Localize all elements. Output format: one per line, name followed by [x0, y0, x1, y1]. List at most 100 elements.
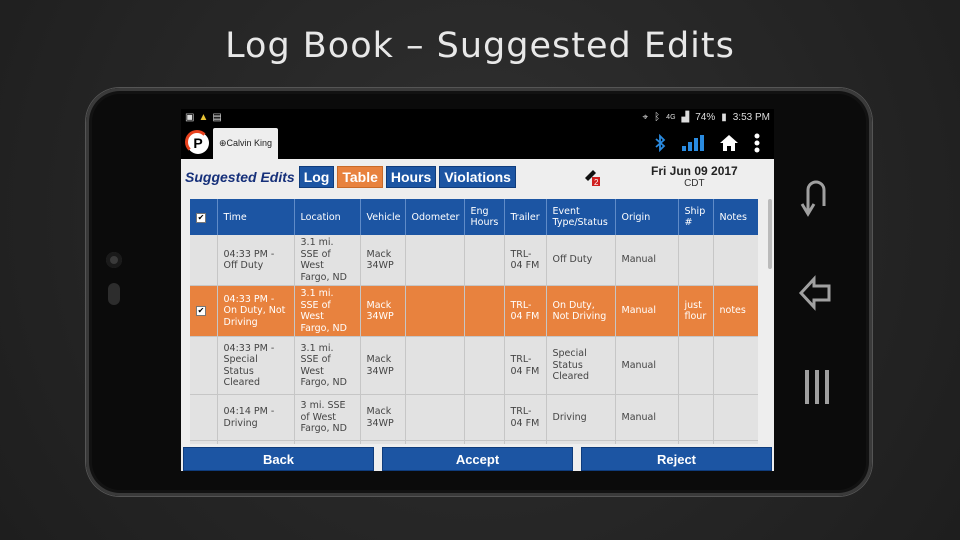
- status-bar: ▣ ▲ ▤ ⌖ ᛒ 4G ▟ 74% ▮ 3:53 PM: [181, 109, 774, 126]
- row-checkbox-cell[interactable]: [190, 394, 218, 441]
- proximity-sensor: [108, 283, 120, 305]
- cell-time: 04:14 PM: [217, 440, 295, 444]
- cell-trailer: TRL-04 FM: [504, 394, 547, 441]
- cell-notes: [713, 336, 758, 395]
- cell-odometer: [405, 440, 465, 444]
- cell-location: 3.1 mi. SSE of West Fargo, ND: [294, 285, 361, 337]
- row-checkbox-cell[interactable]: ✔: [190, 285, 218, 337]
- battery-level: 74%: [695, 112, 716, 123]
- cell-location: 3.1 mi. SSE of West Fargo, ND: [294, 235, 361, 286]
- warning-notification-icon: ▲: [198, 112, 209, 123]
- cell-origin: Manual: [615, 394, 679, 441]
- cell-vehicle: Mack 34WP: [360, 235, 406, 286]
- cell-trailer: TRL-04 FM: [504, 285, 547, 337]
- tab-table[interactable]: Table: [337, 166, 383, 188]
- cell-vehicle: Mack 34WP: [360, 285, 406, 337]
- home-icon[interactable]: [720, 134, 738, 151]
- header-eng-hours[interactable]: Eng Hours: [464, 199, 505, 235]
- tab-log[interactable]: Log: [298, 166, 335, 188]
- cell-notes: [713, 394, 758, 441]
- tab-violations[interactable]: Violations: [439, 166, 516, 188]
- cell-trailer: TRL-04 FM: [504, 336, 547, 395]
- cell-time: 04:33 PM - Off Duty: [217, 235, 295, 286]
- table-scrollbar[interactable]: [768, 199, 772, 269]
- header-notes[interactable]: Notes: [713, 199, 758, 235]
- action-bar: Back Accept Reject: [181, 447, 774, 471]
- cell-origin: Manual: [615, 285, 679, 337]
- network-type: 4G: [666, 114, 676, 121]
- back-button[interactable]: Back: [183, 447, 374, 471]
- cell-notes: [713, 235, 758, 286]
- timezone-label: CDT: [684, 178, 705, 189]
- date-label: Fri Jun 09 2017: [651, 164, 738, 178]
- signal-icon: ▟: [681, 112, 690, 123]
- undo-nav-icon[interactable]: [800, 178, 832, 220]
- cell-trailer: TRL-: [504, 440, 547, 444]
- clock: 3:53 PM: [732, 112, 770, 123]
- header-trailer[interactable]: Trailer: [504, 199, 547, 235]
- tab-hours[interactable]: Hours: [385, 166, 437, 188]
- row-checkbox-cell[interactable]: [190, 235, 218, 286]
- bluetooth-status-icon: ᛒ: [654, 112, 661, 123]
- row-checkbox-cell[interactable]: [190, 440, 218, 444]
- bluetooth-icon[interactable]: [654, 133, 666, 152]
- cell-odometer: [405, 285, 465, 337]
- cell-vehicle: [360, 440, 406, 444]
- signal-strength-icon: [682, 134, 704, 151]
- cell-ship: [678, 235, 714, 286]
- cell-eng-hours: [464, 336, 505, 395]
- cell-odometer: [405, 235, 465, 286]
- cell-ship: [678, 394, 714, 441]
- battery-icon: ▮: [721, 112, 727, 123]
- header-vehicle[interactable]: Vehicle: [360, 199, 406, 235]
- recents-nav-icon[interactable]: [803, 370, 831, 404]
- cell-vehicle: Mack 34WP: [360, 336, 406, 395]
- cell-time: 04:33 PM - Special Status Cleared: [217, 336, 295, 395]
- header-ship[interactable]: Ship #: [678, 199, 714, 235]
- front-camera: [106, 252, 122, 268]
- slide-title: Log Book – Suggested Edits: [225, 26, 735, 66]
- edit-pencil-icon[interactable]: 2: [584, 168, 600, 186]
- header-time[interactable]: Time: [217, 199, 295, 235]
- cell-origin: Manual: [615, 336, 679, 395]
- cell-time: 04:14 PM - Driving: [217, 394, 295, 441]
- table-row[interactable]: 04:33 PM - Off Duty 3.1 mi. SSE of West F…: [190, 235, 758, 286]
- header-origin[interactable]: Origin: [615, 199, 679, 235]
- table-row[interactable]: ✔ 04:33 PM - On Duty, Not Driving 3.1 mi. …: [190, 285, 758, 337]
- cell-notes: notes: [713, 285, 758, 337]
- cell-location: 3 mi. SSE: [294, 440, 361, 444]
- table-row[interactable]: 04:14 PM - Driving 3 mi. SSE of West Farg…: [190, 394, 758, 441]
- driver-tab[interactable]: ⊕Calvin King: [213, 128, 279, 159]
- cell-event: Off Duty: [546, 235, 616, 286]
- table-row[interactable]: 04:33 PM - Special Status Cleared 3.1 mi.…: [190, 336, 758, 395]
- cell-origin: [615, 440, 679, 444]
- edits-table: ✔ Time Location Vehicle Odometer Eng Hou…: [190, 199, 758, 444]
- cell-trailer: TRL-04 FM: [504, 235, 547, 286]
- cell-notes: [713, 440, 758, 444]
- cell-event: Driving: [546, 394, 616, 441]
- row-checkbox-cell[interactable]: [190, 336, 218, 395]
- cell-location: 3.1 mi. SSE of West Fargo, ND: [294, 336, 361, 395]
- cell-eng-hours: [464, 235, 505, 286]
- log-date: Fri Jun 09 2017 CDT: [651, 164, 738, 189]
- header-odometer[interactable]: Odometer: [405, 199, 465, 235]
- cell-event: [546, 440, 616, 444]
- reject-button[interactable]: Reject: [581, 447, 772, 471]
- back-nav-icon[interactable]: [798, 275, 832, 311]
- row-checkbox[interactable]: ✔: [196, 306, 206, 317]
- accept-button[interactable]: Accept: [382, 447, 573, 471]
- table-row[interactable]: 04:14 PM3 mi. SSE TRL-: [190, 440, 758, 444]
- page-title: Suggested Edits: [185, 169, 295, 185]
- header-event-type[interactable]: Event Type/Status: [546, 199, 616, 235]
- cell-ship: [678, 440, 714, 444]
- cell-event: Special Status Cleared: [546, 336, 616, 395]
- log-toolbar: Suggested Edits Log Table Hours Violatio…: [181, 159, 774, 195]
- app-bar: P ⊕Calvin King: [181, 126, 774, 159]
- overflow-menu-icon[interactable]: [754, 133, 760, 153]
- location-icon: ⌖: [642, 112, 649, 123]
- cell-eng-hours: [464, 394, 505, 441]
- header-location[interactable]: Location: [294, 199, 361, 235]
- header-select-all[interactable]: ✔: [190, 199, 218, 235]
- cell-event: On Duty, Not Driving: [546, 285, 616, 337]
- cell-location: 3 mi. SSE of West Fargo, ND: [294, 394, 361, 441]
